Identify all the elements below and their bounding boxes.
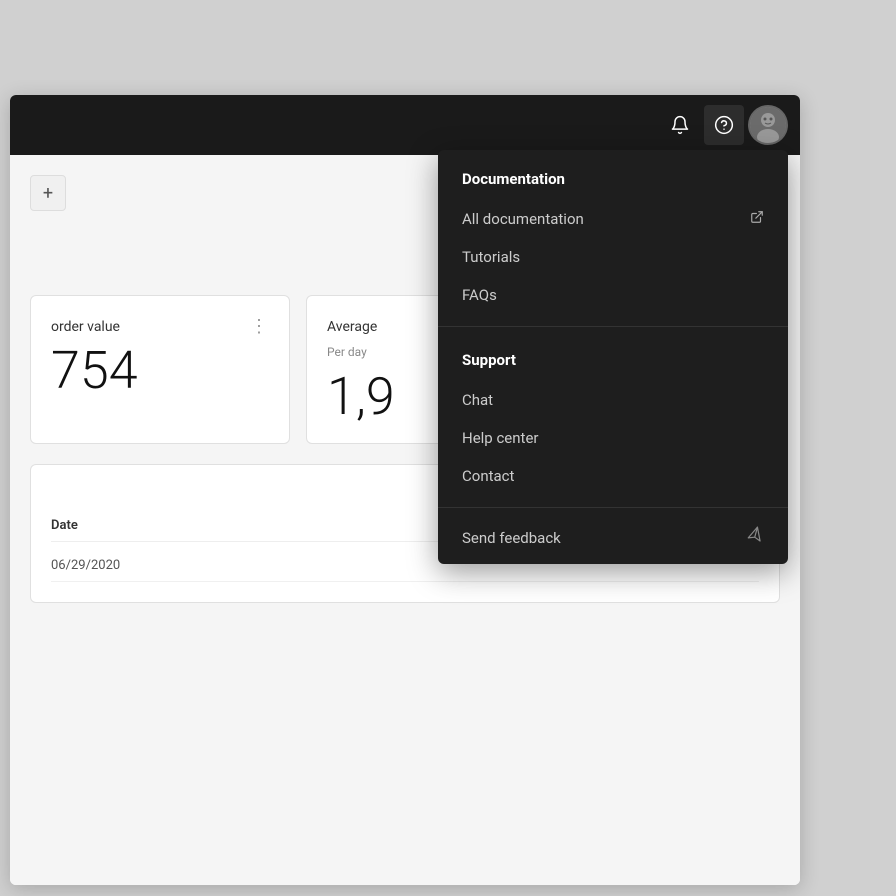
card-value: 754 xyxy=(51,345,269,397)
card-header: order value ⋮ xyxy=(51,316,269,337)
contact-item[interactable]: Contact xyxy=(462,457,764,495)
menu-divider-1 xyxy=(438,326,788,327)
documentation-section: Documentation All documentation Tutorial… xyxy=(438,150,788,322)
help-dropdown-menu: Documentation All documentation Tutorial… xyxy=(438,150,788,564)
support-section-title: Support xyxy=(462,351,764,369)
chat-item[interactable]: Chat xyxy=(462,381,764,419)
add-tab-button[interactable]: + xyxy=(30,175,66,211)
menu-divider-2 xyxy=(438,507,788,508)
card-menu-dots[interactable]: ⋮ xyxy=(250,316,269,337)
support-section: Support Chat Help center Contact xyxy=(438,331,788,503)
faqs-item[interactable]: FAQs xyxy=(462,276,764,314)
order-value-card: order value ⋮ 754 xyxy=(30,295,290,444)
send-feedback-item[interactable]: Send feedback xyxy=(462,528,764,548)
send-feedback-label: Send feedback xyxy=(462,529,561,547)
send-feedback-icon xyxy=(744,525,768,550)
avatar-button[interactable] xyxy=(748,105,788,145)
send-feedback-section: Send feedback xyxy=(438,512,788,564)
tutorials-item[interactable]: Tutorials xyxy=(462,238,764,276)
avatar xyxy=(750,107,786,143)
all-documentation-item[interactable]: All documentation xyxy=(462,200,764,238)
help-center-item[interactable]: Help center xyxy=(462,419,764,457)
main-window: + Last week order value ⋮ 754 A xyxy=(10,95,800,885)
navbar xyxy=(10,95,800,155)
card2-title: Average xyxy=(327,319,377,335)
documentation-section-title: Documentation xyxy=(462,170,764,188)
help-button[interactable] xyxy=(704,105,744,145)
card-title: order value xyxy=(51,319,120,335)
external-link-icon xyxy=(750,210,764,228)
notification-bell-button[interactable] xyxy=(660,105,700,145)
